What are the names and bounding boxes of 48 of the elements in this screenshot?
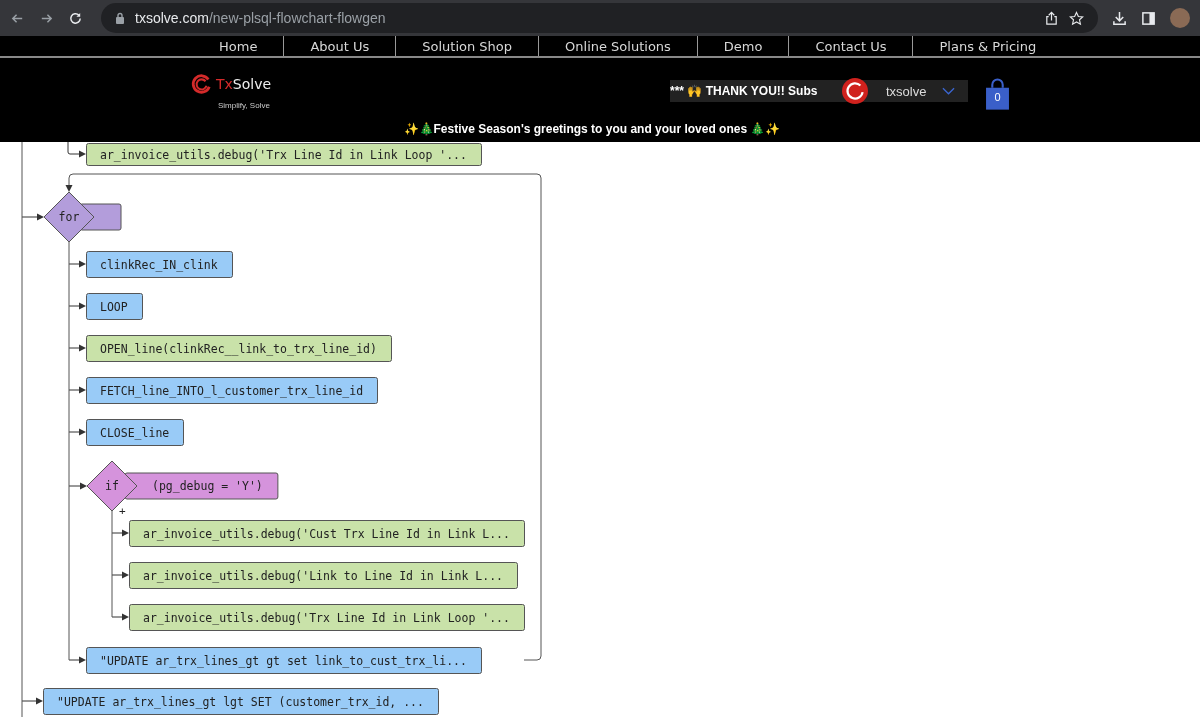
reload-icon[interactable] [68,10,83,26]
process-node: "UPDATE ar_trx_lines_gt gt set link_to_cust_trx_li... [86,647,482,674]
announcement-ticker: *** 🙌 THANK YOU!! Subs [670,83,819,100]
process-node: OPEN_line(clinkRec__link_to_trx_line_id) [86,335,392,362]
avatar-icon [842,78,868,104]
connector-arrow [68,344,86,352]
greeting-text: ✨🎄Festive Season's greetings to you and your loved ones 🎄✨ [402,122,782,136]
connector-arrow [68,656,86,664]
nav-link[interactable]: Solution Shop [396,38,539,54]
side-panel-icon[interactable] [1141,10,1156,26]
process-node: ar_invoice_utils.debug('Trx Line Id in Link Loop '... [129,604,525,631]
process-node: clinkRec_IN_clink [86,251,233,278]
chevron-down-icon [942,87,956,95]
logo-icon[interactable] [190,73,212,95]
tagline: Simplify, Solve [218,101,271,110]
nav-link[interactable]: Plans & Pricing [913,38,1063,54]
nav-link[interactable]: Online Solutions [539,38,697,54]
process-node: LOOP [86,293,143,320]
connector-arrow [68,302,86,310]
process-node: FETCH_line_INTO_l_customer_trx_line_id [86,377,378,404]
logo-text[interactable]: TxSolve [216,76,272,92]
lock-icon [115,12,125,24]
nav-link[interactable]: Contact Us [789,38,913,54]
download-icon[interactable] [1112,10,1127,26]
url-text: txsolve.com/new-plsql-flowchart-flowgen [135,10,386,26]
process-node: "UPDATE ar_trx_lines_gt lgt SET (customer_trx_id, ... [43,688,439,715]
connector-arrow [68,428,86,436]
address-bar[interactable]: txsolve.com/new-plsql-flowchart-flowgen [101,3,1098,33]
connector-arrow [111,571,129,579]
connector-arrow [21,697,43,705]
connector-arrow [67,142,86,158]
connector-arrow [68,386,86,394]
share-icon[interactable] [1044,10,1059,26]
connector-arrow [68,260,86,268]
connector-arrow [68,482,87,490]
connector-arrow [21,213,44,221]
process-node: CLOSE_line [86,419,184,446]
process-node: ar_invoice_utils.debug('Cust Trx Line Id in Link L... [129,520,525,547]
nav-link[interactable]: Home [193,38,284,54]
process-node: ar_invoice_utils.debug('Trx Line Id in Link Loop '... [86,143,482,166]
user-menu[interactable]: txsolve [820,80,968,102]
connector-arrow [111,613,129,621]
nav-link[interactable]: About Us [284,38,396,54]
connector-arrow [111,529,129,537]
process-node: ar_invoice_utils.debug('Link to Line Id in Link L... [129,562,518,589]
profile-avatar[interactable] [1170,8,1190,28]
star-icon[interactable] [1069,10,1084,26]
nav-link[interactable]: Demo [697,38,789,54]
